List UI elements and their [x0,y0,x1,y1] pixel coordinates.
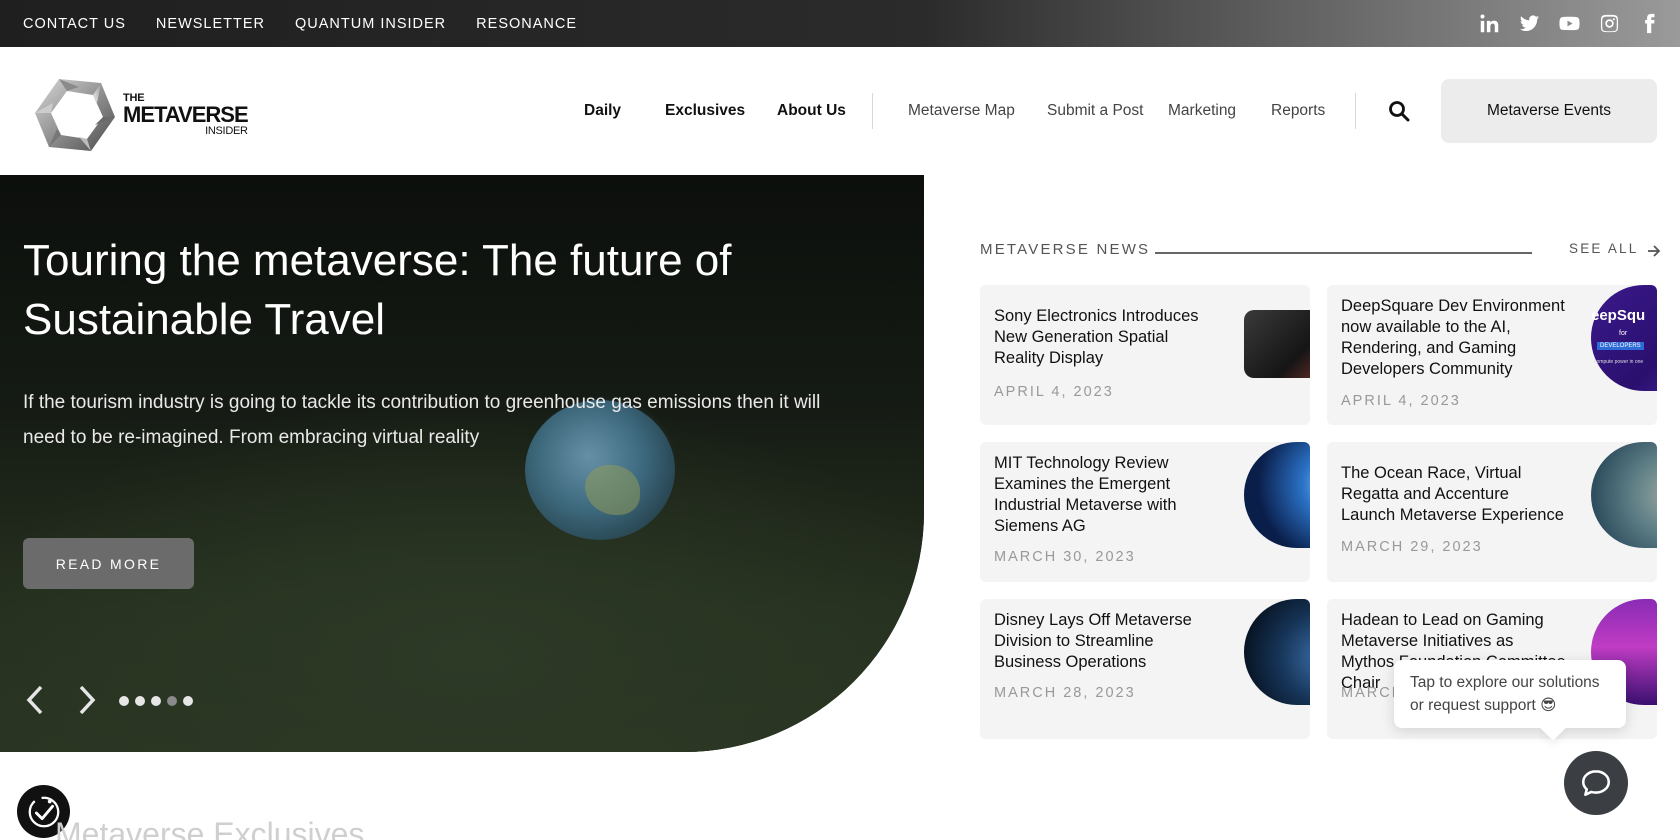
news-card-thumbnail [1591,442,1657,548]
facebook-icon[interactable] [1639,13,1660,34]
news-card-thumbnail [1244,599,1310,705]
contact-us-link[interactable]: CONTACT US [23,16,126,32]
news-card-date: MARCH 30, 2023 [994,549,1136,565]
instagram-icon[interactable] [1599,13,1620,34]
slider-dot[interactable] [135,696,145,706]
newsletter-link[interactable]: NEWSLETTER [156,16,265,32]
linkedin-icon[interactable] [1479,13,1500,34]
deepsquare-thumb-text: eepSqu [1591,307,1646,324]
slider-prev-icon[interactable] [23,683,47,717]
top-utility-bar: CONTACT US NEWSLETTER QUANTUM INSIDER RE… [0,0,1680,47]
hero-description: If the tourism industry is going to tack… [23,392,821,448]
resonance-link[interactable]: RESONANCE [476,16,577,32]
news-card-thumbnail: eepSqu for DEVELOPERS compute power in o… [1591,285,1657,391]
news-card[interactable]: DeepSquare Dev Environment now available… [1327,285,1657,425]
slider-dot[interactable] [151,696,161,706]
slider-dot[interactable] [119,696,129,706]
news-card-date: APRIL 4, 2023 [1341,393,1461,409]
nav-divider [872,93,873,129]
slider-dot[interactable] [183,696,193,706]
read-more-button[interactable]: READ MORE [23,538,194,589]
news-card[interactable]: MIT Technology Review Examines the Emerg… [980,442,1310,582]
nav-exclusives[interactable]: Exclusives [665,102,745,120]
slider-dot-active[interactable] [167,696,177,706]
see-all-link[interactable]: SEE ALL [1569,241,1638,256]
news-card-thumbnail [1244,442,1310,548]
news-card[interactable]: The Ocean Race, Virtual Regatta and Acce… [1327,442,1657,582]
metaverse-events-button[interactable]: Metaverse Events [1441,79,1657,143]
news-card-title[interactable]: The Ocean Race, Virtual Regatta and Acce… [1341,463,1566,526]
news-card-date: MARCH 28, 2023 [994,685,1136,701]
news-card-title[interactable]: DeepSquare Dev Environment now available… [1341,296,1566,380]
news-header-rule [1155,252,1532,254]
twitter-icon[interactable] [1519,13,1540,34]
news-card-date: MARCH 29, 2023 [1341,539,1483,555]
hero-slider: Touring the metaverse: The future of Sus… [0,175,924,752]
news-section-title: METAVERSE NEWS [980,241,1151,258]
news-card[interactable]: Disney Lays Off Metaverse Division to St… [980,599,1310,739]
youtube-icon[interactable] [1559,13,1580,34]
nav-reports[interactable]: Reports [1271,102,1325,120]
arrow-right-icon[interactable] [1647,244,1661,258]
chat-bubble-icon [1581,770,1611,796]
exclusives-heading: Metaverse Exclusives [55,816,365,840]
news-card-title[interactable]: Sony Electronics Introduces New Generati… [994,306,1219,369]
news-card[interactable]: Sony Electronics Introduces New Generati… [980,285,1310,425]
search-icon[interactable] [1388,100,1410,122]
news-card-title[interactable]: MIT Technology Review Examines the Emerg… [994,453,1219,537]
news-card-title[interactable]: Disney Lays Off Metaverse Division to St… [994,610,1219,673]
main-nav: Daily Exclusives About Us Metaverse Map … [0,47,1680,175]
quantum-insider-link[interactable]: QUANTUM INSIDER [295,16,446,32]
social-links [1479,0,1660,47]
deepsquare-thumb-small: compute power in one [1594,359,1644,365]
news-card-date: APRIL 4, 2023 [994,384,1114,400]
chat-button[interactable] [1564,751,1628,815]
nav-marketing[interactable]: Marketing [1168,102,1236,120]
hero-title[interactable]: Touring the metaverse: The future of Sus… [23,231,783,349]
nav-metaverse-map[interactable]: Metaverse Map [908,102,1015,120]
nav-submit-a-post[interactable]: Submit a Post [1047,102,1144,120]
nav-about-us[interactable]: About Us [777,102,846,120]
slider-next-icon[interactable] [75,683,99,717]
deepsquare-thumb-for: for [1619,330,1628,337]
nav-daily[interactable]: Daily [584,102,621,120]
site-header: THE METAVERSE INSIDER Daily Exclusives A… [0,47,1680,175]
chat-tooltip[interactable]: Tap to explore our solutions or request … [1394,660,1626,728]
nav-divider [1355,93,1356,129]
slider-dots [119,696,193,706]
news-section-header: METAVERSE NEWS SEE ALL [980,241,1661,263]
deepsquare-thumb-badge: DEVELOPERS [1597,342,1644,350]
news-card-thumbnail [1244,310,1310,378]
